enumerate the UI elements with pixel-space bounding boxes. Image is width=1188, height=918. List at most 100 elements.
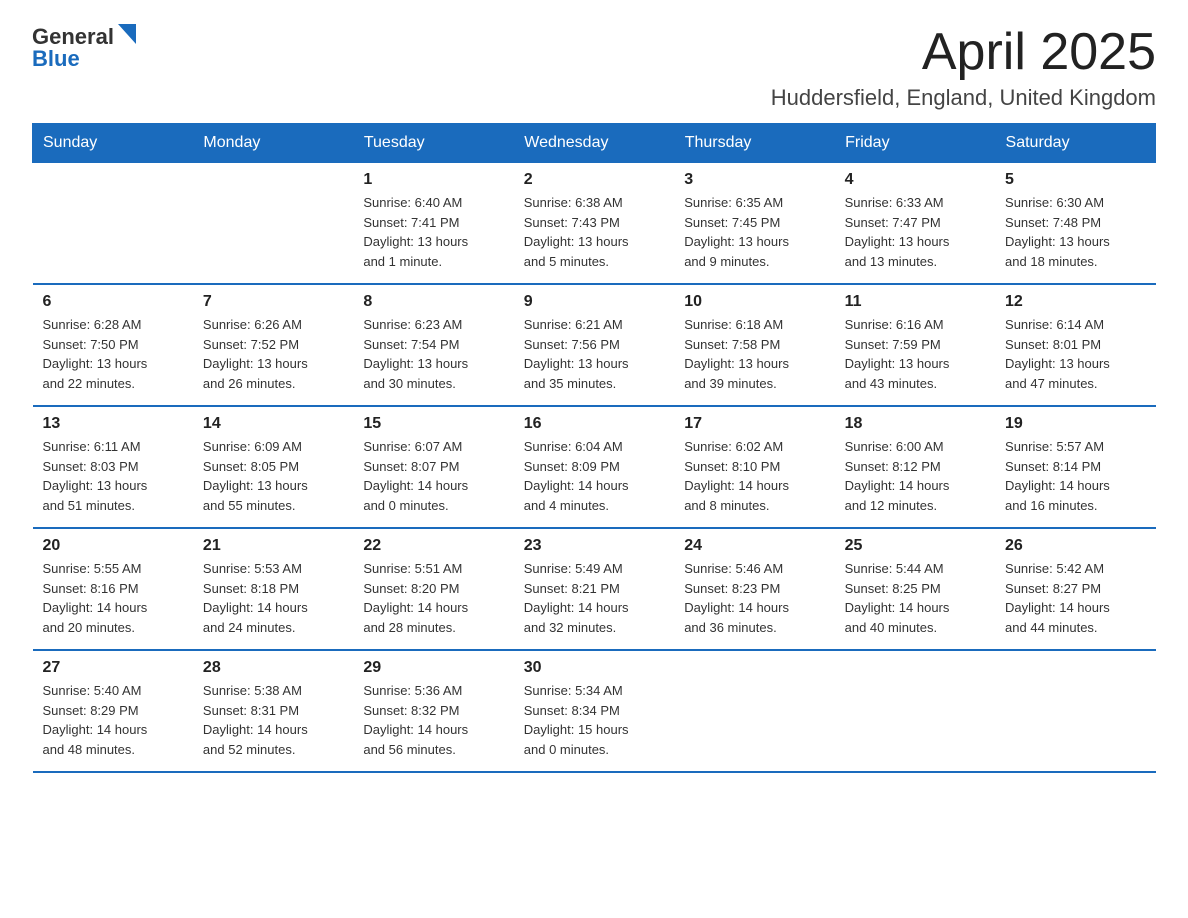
day-info: Sunrise: 6:30 AM Sunset: 7:48 PM Dayligh… [1005,193,1145,271]
day-info: Sunrise: 5:44 AM Sunset: 8:25 PM Dayligh… [845,559,985,637]
calendar-cell: 12 Sunrise: 6:14 AM Sunset: 8:01 PM Dayli… [995,284,1155,406]
day-info: Sunrise: 6:40 AM Sunset: 7:41 PM Dayligh… [363,193,503,271]
day-number: 12 [1005,293,1145,311]
logo-triangle-icon [118,24,136,49]
logo: General Blue [32,24,136,72]
calendar-cell: 14 Sunrise: 6:09 AM Sunset: 8:05 PM Dayli… [193,406,353,528]
day-header-friday: Friday [835,124,995,163]
day-number: 11 [845,293,985,311]
day-header-tuesday: Tuesday [353,124,513,163]
calendar-cell: 15 Sunrise: 6:07 AM Sunset: 8:07 PM Dayli… [353,406,513,528]
calendar-cell: 26Sunrise: 5:42 AM Sunset: 8:27 PM Dayli… [995,528,1155,650]
calendar-cell: 22 Sunrise: 5:51 AM Sunset: 8:20 PM Dayli… [353,528,513,650]
calendar-cell: 21 Sunrise: 5:53 AM Sunset: 8:18 PM Dayli… [193,528,353,650]
day-info: Sunrise: 6:33 AM Sunset: 7:47 PM Dayligh… [845,193,985,271]
calendar-cell: 19 Sunrise: 5:57 AM Sunset: 8:14 PM Dayli… [995,406,1155,528]
calendar-cell [995,650,1155,772]
calendar-week-1: 1 Sunrise: 6:40 AM Sunset: 7:41 PM Daylig… [33,163,1156,285]
logo-text-blue: Blue [32,46,80,72]
calendar-cell: 29 Sunrise: 5:36 AM Sunset: 8:32 PM Dayli… [353,650,513,772]
day-info: Sunrise: 5:38 AM Sunset: 8:31 PM Dayligh… [203,681,343,759]
calendar-cell: 9Sunrise: 6:21 AM Sunset: 7:56 PM Daylig… [514,284,674,406]
calendar-cell [674,650,834,772]
calendar-cell: 10Sunrise: 6:18 AM Sunset: 7:58 PM Dayli… [674,284,834,406]
day-number: 24 [684,537,824,555]
day-number: 1 [363,171,503,189]
calendar-cell [193,163,353,285]
day-number: 17 [684,415,824,433]
day-info: Sunrise: 5:42 AM Sunset: 8:27 PM Dayligh… [1005,559,1145,637]
calendar-cell: 23Sunrise: 5:49 AM Sunset: 8:21 PM Dayli… [514,528,674,650]
calendar-cell [835,650,995,772]
day-info: Sunrise: 6:00 AM Sunset: 8:12 PM Dayligh… [845,437,985,515]
calendar-header: SundayMondayTuesdayWednesdayThursdayFrid… [33,124,1156,163]
day-number: 27 [43,659,183,677]
calendar-week-3: 13Sunrise: 6:11 AM Sunset: 8:03 PM Dayli… [33,406,1156,528]
day-info: Sunrise: 5:57 AM Sunset: 8:14 PM Dayligh… [1005,437,1145,515]
day-info: Sunrise: 6:26 AM Sunset: 7:52 PM Dayligh… [203,315,343,393]
day-number: 29 [363,659,503,677]
day-info: Sunrise: 5:36 AM Sunset: 8:32 PM Dayligh… [363,681,503,759]
calendar-cell: 18 Sunrise: 6:00 AM Sunset: 8:12 PM Dayli… [835,406,995,528]
calendar-cell: 2Sunrise: 6:38 AM Sunset: 7:43 PM Daylig… [514,163,674,285]
day-number: 5 [1005,171,1145,189]
calendar-cell: 7 Sunrise: 6:26 AM Sunset: 7:52 PM Daylig… [193,284,353,406]
day-number: 15 [363,415,503,433]
day-header-wednesday: Wednesday [514,124,674,163]
calendar-week-2: 6Sunrise: 6:28 AM Sunset: 7:50 PM Daylig… [33,284,1156,406]
calendar-cell: 25 Sunrise: 5:44 AM Sunset: 8:25 PM Dayli… [835,528,995,650]
day-number: 20 [43,537,183,555]
page-title: April 2025 [771,24,1156,81]
day-number: 28 [203,659,343,677]
calendar-cell: 28 Sunrise: 5:38 AM Sunset: 8:31 PM Dayli… [193,650,353,772]
day-info: Sunrise: 6:04 AM Sunset: 8:09 PM Dayligh… [524,437,664,515]
calendar-cell: 11 Sunrise: 6:16 AM Sunset: 7:59 PM Dayli… [835,284,995,406]
calendar-cell: 8 Sunrise: 6:23 AM Sunset: 7:54 PM Daylig… [353,284,513,406]
day-number: 21 [203,537,343,555]
calendar-cell: 17Sunrise: 6:02 AM Sunset: 8:10 PM Dayli… [674,406,834,528]
calendar-cell: 13Sunrise: 6:11 AM Sunset: 8:03 PM Dayli… [33,406,193,528]
calendar-week-5: 27 Sunrise: 5:40 AM Sunset: 8:29 PM Dayli… [33,650,1156,772]
day-info: Sunrise: 5:55 AM Sunset: 8:16 PM Dayligh… [43,559,183,637]
day-info: Sunrise: 6:11 AM Sunset: 8:03 PM Dayligh… [43,437,183,515]
day-number: 4 [845,171,985,189]
day-info: Sunrise: 6:16 AM Sunset: 7:59 PM Dayligh… [845,315,985,393]
calendar-body: 1 Sunrise: 6:40 AM Sunset: 7:41 PM Daylig… [33,163,1156,773]
calendar-cell: 24 Sunrise: 5:46 AM Sunset: 8:23 PM Dayli… [674,528,834,650]
day-info: Sunrise: 5:53 AM Sunset: 8:18 PM Dayligh… [203,559,343,637]
day-number: 14 [203,415,343,433]
day-number: 16 [524,415,664,433]
day-info: Sunrise: 6:23 AM Sunset: 7:54 PM Dayligh… [363,315,503,393]
day-number: 3 [684,171,824,189]
day-number: 23 [524,537,664,555]
day-number: 18 [845,415,985,433]
day-number: 9 [524,293,664,311]
day-info: Sunrise: 5:40 AM Sunset: 8:29 PM Dayligh… [43,681,183,759]
day-header-monday: Monday [193,124,353,163]
day-number: 19 [1005,415,1145,433]
day-info: Sunrise: 5:46 AM Sunset: 8:23 PM Dayligh… [684,559,824,637]
calendar-cell: 5 Sunrise: 6:30 AM Sunset: 7:48 PM Daylig… [995,163,1155,285]
calendar-cell: 3Sunrise: 6:35 AM Sunset: 7:45 PM Daylig… [674,163,834,285]
day-info: Sunrise: 5:51 AM Sunset: 8:20 PM Dayligh… [363,559,503,637]
calendar-table: SundayMondayTuesdayWednesdayThursdayFrid… [32,123,1156,773]
page-subtitle: Huddersfield, England, United Kingdom [771,85,1156,111]
day-info: Sunrise: 6:14 AM Sunset: 8:01 PM Dayligh… [1005,315,1145,393]
calendar-cell: 4 Sunrise: 6:33 AM Sunset: 7:47 PM Daylig… [835,163,995,285]
day-info: Sunrise: 6:28 AM Sunset: 7:50 PM Dayligh… [43,315,183,393]
day-header-sunday: Sunday [33,124,193,163]
calendar-cell: 30Sunrise: 5:34 AM Sunset: 8:34 PM Dayli… [514,650,674,772]
calendar-cell: 1 Sunrise: 6:40 AM Sunset: 7:41 PM Daylig… [353,163,513,285]
calendar-cell: 20 Sunrise: 5:55 AM Sunset: 8:16 PM Dayli… [33,528,193,650]
day-info: Sunrise: 6:38 AM Sunset: 7:43 PM Dayligh… [524,193,664,271]
day-number: 7 [203,293,343,311]
calendar-cell: 27 Sunrise: 5:40 AM Sunset: 8:29 PM Dayli… [33,650,193,772]
day-info: Sunrise: 6:09 AM Sunset: 8:05 PM Dayligh… [203,437,343,515]
day-info: Sunrise: 6:07 AM Sunset: 8:07 PM Dayligh… [363,437,503,515]
day-header-saturday: Saturday [995,124,1155,163]
calendar-week-4: 20 Sunrise: 5:55 AM Sunset: 8:16 PM Dayli… [33,528,1156,650]
day-number: 25 [845,537,985,555]
day-info: Sunrise: 6:18 AM Sunset: 7:58 PM Dayligh… [684,315,824,393]
day-number: 22 [363,537,503,555]
day-number: 8 [363,293,503,311]
